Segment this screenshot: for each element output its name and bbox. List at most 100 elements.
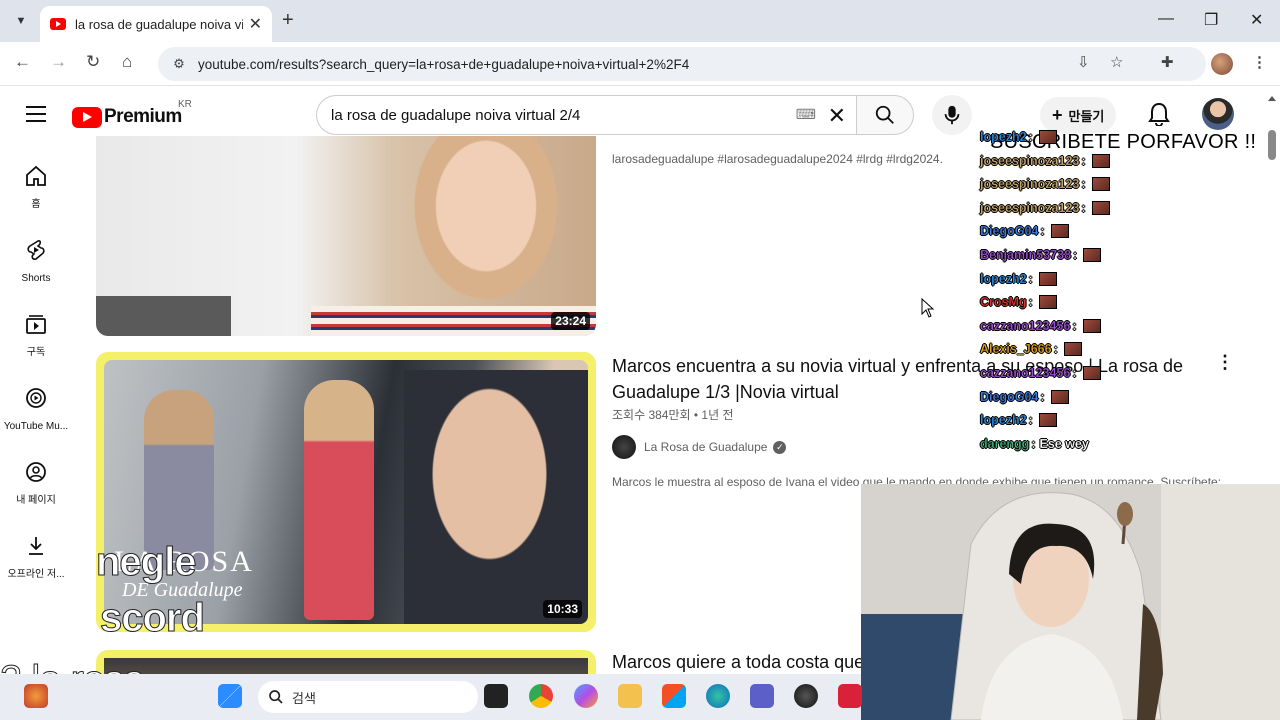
chat-username: cazzano123456 (980, 366, 1071, 380)
youtube-premium-logo[interactable]: Premium KR (72, 99, 192, 128)
video-title[interactable]: Marcos encuentra a su novia virtual y en… (612, 353, 1192, 405)
notifications-bell-icon[interactable] (1148, 102, 1170, 131)
tab-title: la rosa de guadalupe noiva vir (75, 16, 243, 32)
account-avatar[interactable] (1202, 98, 1234, 130)
page-scrollbar-thumb[interactable] (1268, 130, 1276, 160)
search-button[interactable] (856, 95, 914, 135)
chat-emote-icon (1050, 390, 1069, 404)
chat-emote-icon (1082, 319, 1101, 333)
guide-menu-icon[interactable] (26, 106, 46, 127)
chat-message: joseespinoza123: (980, 154, 1110, 168)
channel-avatar (612, 435, 636, 459)
file-explorer-icon[interactable] (618, 684, 642, 708)
logo-text: Premium (104, 106, 182, 127)
video-description: larosadeguadalupe #larosadeguadalupe2024… (612, 152, 943, 166)
guide-label: YouTube Mu... (3, 421, 69, 432)
guide-label: 홈 (31, 199, 41, 210)
browser-menu-icon[interactable]: ⋮ (1252, 53, 1267, 71)
guide-item-my-page[interactable]: 내 페이지 (0, 460, 72, 508)
bookmark-star-icon[interactable]: ☆ (1110, 53, 1123, 71)
youtube-play-logo-icon (72, 106, 102, 128)
create-label: 만들기 (1068, 108, 1105, 124)
install-app-icon[interactable]: ⇩ (1077, 53, 1090, 71)
guide-item-shorts[interactable]: Shorts (0, 238, 72, 286)
chat-separator: : (1040, 224, 1045, 238)
chat-message: cazzano123456: (980, 366, 1101, 380)
edge-icon[interactable] (706, 684, 730, 708)
opera-icon[interactable] (838, 684, 862, 708)
stream-overlay-text: scord (100, 596, 206, 641)
windows-taskbar: 검색 (0, 674, 862, 720)
shorts-icon (27, 240, 45, 260)
chrome-icon[interactable] (529, 684, 553, 708)
home-icon (26, 165, 46, 186)
windows-start-icon[interactable] (218, 684, 242, 708)
subscriptions-icon (26, 315, 46, 334)
chat-message: Alexis_J666: (980, 342, 1082, 356)
browser-profile-avatar[interactable] (1211, 53, 1233, 75)
logo-region: KR (178, 99, 192, 110)
verified-check-icon: ✓ (773, 440, 787, 454)
guide-item-downloads[interactable]: 오프라인 저... (0, 534, 72, 582)
scroll-up-arrow-icon[interactable] (1268, 96, 1276, 101)
copilot-icon[interactable] (574, 684, 598, 708)
guide-item-home[interactable]: 홈 (0, 164, 72, 212)
chat-emote-icon (1038, 295, 1057, 309)
address-bar[interactable]: ⚙ youtube.com/results?search_query=la+ro… (158, 47, 1206, 81)
tab-search-chevron-icon[interactable]: ▼ (8, 8, 34, 34)
guide-item-subscriptions[interactable]: 구독 (0, 312, 72, 360)
new-tab-plus-icon[interactable]: + (282, 9, 294, 32)
url-text: youtube.com/results?search_query=la+rosa… (198, 56, 690, 72)
task-view-icon[interactable] (484, 684, 508, 708)
chat-message: lopezh2: (980, 272, 1057, 286)
guide-label: 구독 (26, 347, 46, 358)
microsoft-store-icon[interactable] (662, 684, 686, 708)
keyboard-icon[interactable]: ⌨ (796, 106, 816, 123)
tab-close-icon[interactable]: ✕ (249, 14, 262, 34)
create-button[interactable]: + 만들기 (1040, 97, 1117, 133)
guide-label: Shorts (21, 273, 51, 284)
reload-icon[interactable]: ↻ (86, 52, 100, 72)
chat-username: joseespinoza123 (980, 177, 1080, 191)
teams-icon[interactable] (750, 684, 774, 708)
search-icon (875, 105, 894, 124)
chat-emote-icon (1050, 224, 1069, 238)
clear-search-icon[interactable]: ✕ (828, 103, 846, 129)
video-title[interactable]: Marcos quiere a toda costa que (612, 649, 862, 675)
chat-emote-icon (1038, 130, 1057, 144)
chat-separator: : (1053, 342, 1058, 356)
youtube-music-icon (26, 388, 46, 408)
restore-icon[interactable]: ❐ (1204, 10, 1218, 30)
taskbar-search-input[interactable]: 검색 (258, 681, 478, 713)
chat-username: lopezh2 (980, 272, 1027, 286)
voice-search-button[interactable] (932, 95, 972, 135)
channel-link[interactable]: La Rosa de Guadalupe ✓ (612, 435, 787, 459)
chat-separator: : (1081, 201, 1086, 215)
guide-item-youtube-music[interactable]: YouTube Mu... (0, 386, 72, 434)
taskbar-search-placeholder: 검색 (292, 690, 316, 706)
chat-emote-icon (1063, 342, 1082, 356)
home-button-icon[interactable]: ⌂ (122, 52, 132, 72)
guide-label: 내 페이지 (16, 495, 56, 506)
forward-arrow-icon[interactable]: → (50, 52, 67, 72)
minimize-icon[interactable]: — (1158, 10, 1174, 28)
chat-username: Benjamin53738 (980, 248, 1072, 262)
more-actions-icon[interactable]: ⋮ (1216, 352, 1234, 373)
back-arrow-icon[interactable]: ← (14, 52, 31, 72)
guide-label: 오프라인 저... (7, 569, 65, 580)
weather-widget-icon[interactable] (24, 684, 48, 708)
guide-sidebar: 홈 Shorts 구독 YouTube Mu... 내 페이지 오프라인 저..… (0, 144, 72, 674)
site-info-icon[interactable]: ⚙ (164, 56, 194, 72)
video-thumbnail-1[interactable]: 23:24 (96, 136, 596, 336)
chat-separator: : (1072, 319, 1077, 333)
video-thumbnail-2[interactable]: LA ROSA DE Guadalupe 10:33 (96, 352, 596, 632)
browser-tab-active[interactable]: la rosa de guadalupe noiva vir ✕ (40, 6, 272, 42)
chat-separator: : (1040, 390, 1045, 404)
webcam-scene (861, 484, 1280, 720)
obs-icon[interactable] (794, 684, 818, 708)
chat-separator: : (1081, 154, 1086, 168)
search-input[interactable]: la rosa de guadalupe noiva virtual 2/4 ⌨… (316, 95, 856, 135)
close-window-icon[interactable]: ✕ (1250, 10, 1263, 30)
chat-emote-icon (1091, 201, 1110, 215)
extensions-puzzle-icon[interactable]: ✚ (1161, 53, 1174, 71)
